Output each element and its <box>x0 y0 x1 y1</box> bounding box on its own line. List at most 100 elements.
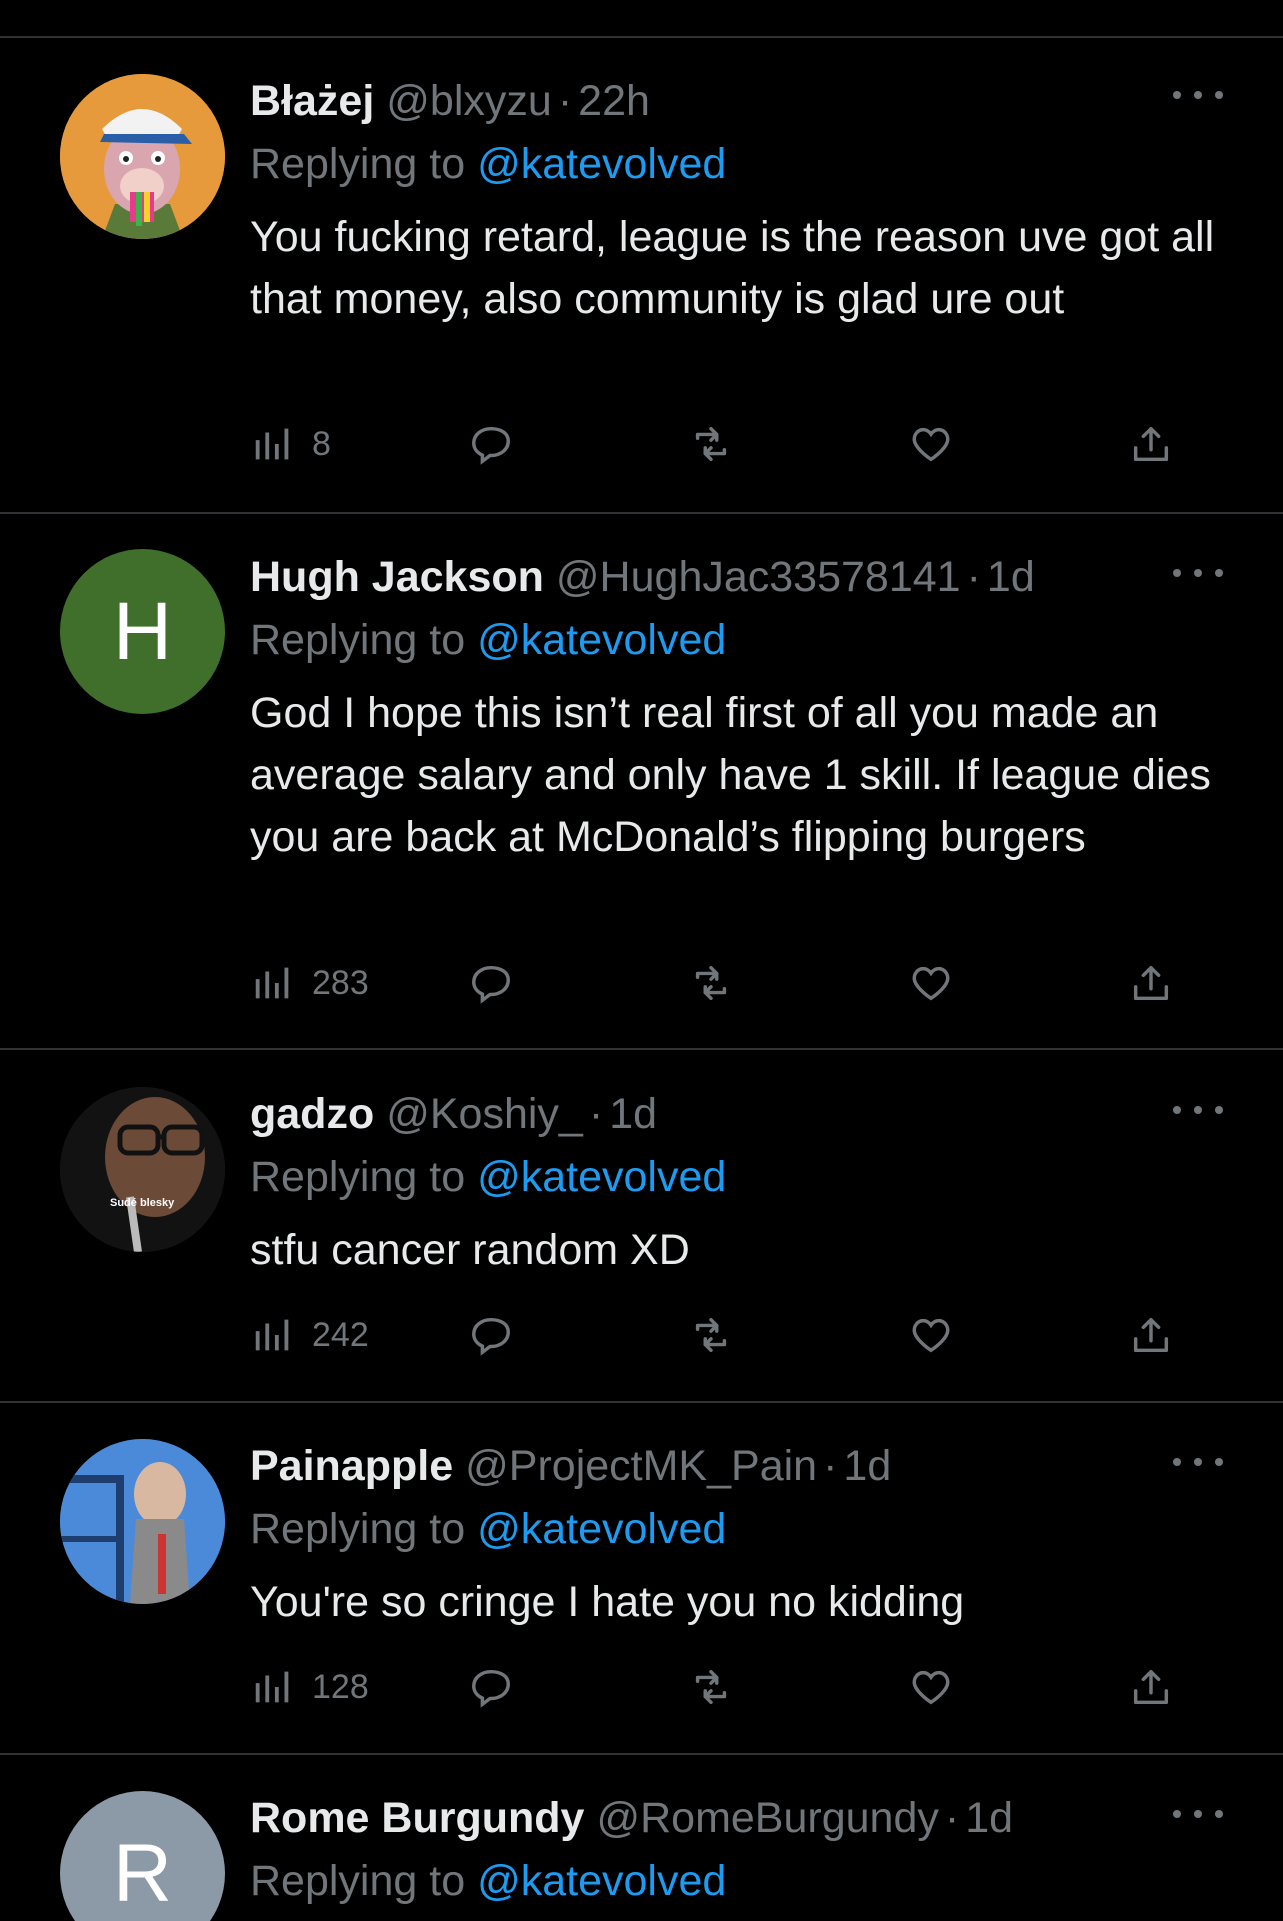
analytics-icon <box>255 428 289 460</box>
retweet-icon <box>695 1669 727 1705</box>
author-handle[interactable]: @blxyzu <box>386 72 552 130</box>
avatar[interactable]: R <box>60 1791 225 1921</box>
share-button[interactable] <box>1128 414 1174 474</box>
reply-button[interactable] <box>468 1305 514 1365</box>
timestamp[interactable]: 1d <box>609 1085 657 1143</box>
view-count: 8 <box>312 424 331 463</box>
timestamp[interactable]: 22h <box>578 72 650 130</box>
mention-link[interactable]: @katevolved <box>477 616 726 664</box>
replying-prefix: Replying to <box>250 140 466 188</box>
views-button[interactable]: 283 <box>250 953 369 1013</box>
avatar-initial: H <box>112 585 173 677</box>
share-button[interactable] <box>1128 1305 1174 1365</box>
view-count: 283 <box>312 963 369 1002</box>
share-icon <box>1133 426 1169 462</box>
like-button[interactable] <box>908 953 954 1013</box>
author-handle[interactable]: @HughJac33578141 <box>556 548 961 606</box>
replying-prefix: Replying to <box>250 1153 466 1201</box>
tweet-reply[interactable]: Błażej @blxyzu · 22h Replying to @katevo… <box>0 72 1283 512</box>
more-options-icon[interactable] <box>1173 558 1223 588</box>
views-button[interactable]: 8 <box>250 414 331 474</box>
author-name[interactable]: gadzo <box>250 1085 374 1143</box>
tweet-header: gadzo @Koshiy_ · 1d <box>250 1085 1230 1143</box>
heart-icon <box>912 427 950 462</box>
timestamp[interactable]: 1d <box>843 1437 891 1495</box>
tweet-reply[interactable]: Sudé blesky gadzo @Koshiy_ · 1d Replying… <box>0 1085 1283 1403</box>
mention-link[interactable]: @katevolved <box>477 1505 726 1553</box>
views-button[interactable]: 242 <box>250 1305 369 1365</box>
separator-dot: · <box>966 553 981 601</box>
reply-feed: Błażej @blxyzu · 22h Replying to @katevo… <box>0 0 1283 1921</box>
tweet-actions: 283 <box>250 953 1210 1013</box>
avatar-caption: Sudé blesky <box>110 1197 175 1209</box>
divider <box>0 512 1283 514</box>
tweet-text: You fucking retard, league is the reason… <box>250 213 1215 323</box>
timestamp[interactable]: 1d <box>965 1789 1013 1847</box>
author-name[interactable]: Painapple <box>250 1437 453 1495</box>
replying-prefix: Replying to <box>250 1505 466 1553</box>
replying-to: Replying to @katevolved <box>250 1495 1230 1563</box>
mention-link[interactable]: @katevolved <box>477 1153 726 1201</box>
replying-to: Replying to @katevolved <box>250 1847 1230 1915</box>
retweet-icon <box>695 965 727 1001</box>
heart-icon <box>912 1670 950 1705</box>
author-name[interactable]: Błażej <box>250 72 374 130</box>
views-button[interactable]: 128 <box>250 1657 369 1717</box>
tweet-actions: 242 <box>250 1305 1210 1365</box>
tweet-reply[interactable]: R Rome Burgundy @RomeBurgundy · 1d Reply… <box>0 1789 1283 1921</box>
avatar-initial: R <box>112 1827 173 1919</box>
author-handle[interactable]: @ProjectMK_Pain <box>465 1437 817 1495</box>
retweet-button[interactable] <box>688 1657 734 1717</box>
like-button[interactable] <box>908 1657 954 1717</box>
more-options-icon[interactable] <box>1173 1447 1223 1477</box>
more-options-icon[interactable] <box>1173 80 1223 110</box>
separator-dot: · <box>944 1794 960 1842</box>
divider <box>0 1401 1283 1403</box>
author-handle[interactable]: @RomeBurgundy <box>596 1789 938 1847</box>
like-button[interactable] <box>908 1305 954 1365</box>
like-button[interactable] <box>908 414 954 474</box>
share-icon <box>1133 1669 1169 1705</box>
author-name[interactable]: Hugh Jackson <box>250 548 544 606</box>
tweet-text: stfu cancer random XD <box>250 1226 690 1274</box>
view-count: 242 <box>312 1315 369 1354</box>
retweet-button[interactable] <box>688 1305 734 1365</box>
avatar[interactable]: Sudé blesky <box>60 1087 225 1252</box>
share-button[interactable] <box>1128 953 1174 1013</box>
reply-icon <box>472 1317 510 1356</box>
separator-dot: · <box>823 1442 838 1490</box>
avatar[interactable]: H <box>60 549 225 714</box>
tweet-text: God I hope this isn’t real first of all … <box>250 689 1211 861</box>
retweet-button[interactable] <box>688 414 734 474</box>
analytics-icon <box>255 967 289 999</box>
replying-to: Replying to @katevolved <box>250 1143 1230 1211</box>
author-handle[interactable]: @Koshiy_ <box>386 1085 583 1143</box>
heart-icon <box>912 1318 950 1353</box>
reply-button[interactable] <box>468 953 514 1013</box>
mention-link[interactable]: @katevolved <box>477 140 726 188</box>
analytics-icon <box>255 1319 289 1351</box>
reply-icon <box>472 965 510 1004</box>
reply-button[interactable] <box>468 1657 514 1717</box>
timestamp[interactable]: 1d <box>987 548 1035 606</box>
tweet-actions: 8 <box>250 414 1210 474</box>
tweet-reply[interactable]: Painapple @ProjectMK_Pain · 1d Replying … <box>0 1437 1283 1755</box>
avatar[interactable] <box>60 1439 225 1604</box>
retweet-button[interactable] <box>688 953 734 1013</box>
reply-button[interactable] <box>468 414 514 474</box>
share-button[interactable] <box>1128 1657 1174 1717</box>
avatar[interactable] <box>60 74 225 239</box>
tweet-header: Hugh Jackson @HughJac33578141 · 1d <box>250 548 1230 606</box>
view-count: 128 <box>312 1667 369 1706</box>
more-options-icon[interactable] <box>1173 1095 1223 1125</box>
share-icon <box>1133 965 1169 1001</box>
share-icon <box>1133 1317 1169 1353</box>
replying-to: Replying to @katevolved <box>250 606 1230 674</box>
tweet-reply[interactable]: H Hugh Jackson @HughJac33578141 · 1d Rep… <box>0 548 1283 1048</box>
author-name[interactable]: Rome Burgundy <box>250 1789 584 1847</box>
separator-dot: · <box>588 1090 604 1138</box>
separator-dot: · <box>557 77 573 125</box>
more-options-icon[interactable] <box>1173 1799 1223 1829</box>
mention-link[interactable]: @katevolved <box>477 1857 726 1905</box>
divider <box>0 36 1283 38</box>
